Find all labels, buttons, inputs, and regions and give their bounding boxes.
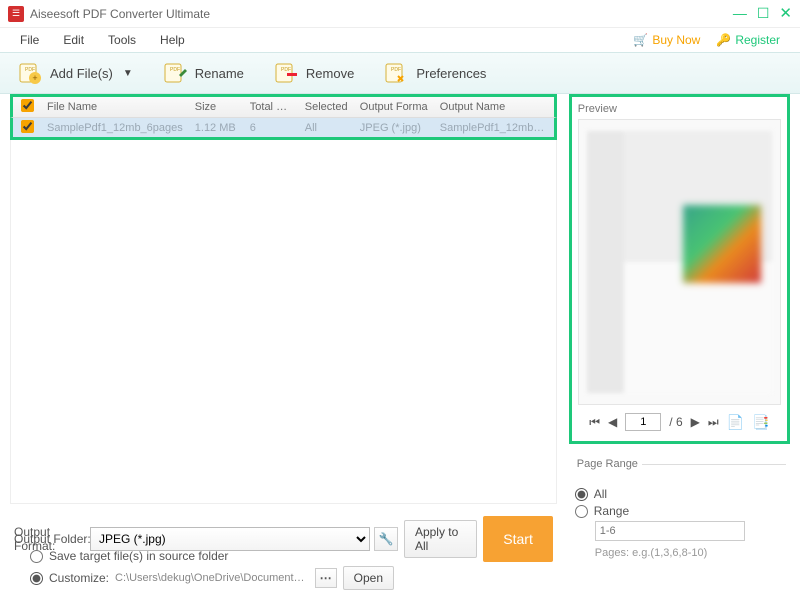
table-row[interactable]: SamplePdf1_12mb_6pages 1.12 MB 6 All JPE…	[10, 118, 557, 140]
prev-page-button[interactable]: ◀	[608, 415, 617, 429]
next-page-button[interactable]: ▶	[691, 415, 700, 429]
preview-image	[578, 119, 781, 405]
preview-label: Preview	[578, 103, 781, 115]
svg-text:PDF: PDF	[25, 67, 35, 73]
radio-range-pages[interactable]	[575, 505, 588, 518]
radio-all-label: All	[594, 487, 607, 501]
window-minimize[interactable]: —	[733, 6, 747, 21]
remove-label: Remove	[306, 66, 354, 81]
page-range-title: Page Range	[573, 458, 642, 470]
radio-customize-label: Customize:	[49, 571, 109, 585]
cell-pages: 6	[244, 122, 299, 134]
file-list-body	[10, 140, 557, 504]
cell-filename: SamplePdf1_12mb_6pages	[41, 122, 189, 134]
menu-help[interactable]: Help	[160, 33, 185, 47]
remove-button[interactable]: PDF Remove	[274, 61, 354, 85]
col-pages[interactable]: Total Pag	[244, 101, 299, 113]
window-title: Aiseesoft PDF Converter Ultimate	[30, 7, 210, 21]
add-file-icon: +PDF	[18, 61, 42, 85]
add-files-label: Add File(s)	[50, 66, 113, 81]
register-link[interactable]: 🔑 Register	[716, 33, 780, 47]
menu-tools[interactable]: Tools	[108, 33, 136, 47]
col-format[interactable]: Output Forma	[354, 101, 434, 113]
rename-button[interactable]: PDF Rename	[163, 61, 244, 85]
svg-text:PDF: PDF	[281, 67, 291, 73]
rename-icon: PDF	[163, 61, 187, 85]
col-filename[interactable]: File Name	[41, 101, 189, 113]
page-total: / 6	[669, 415, 682, 429]
page-input[interactable]	[625, 413, 661, 431]
window-close[interactable]: ✕	[779, 6, 792, 21]
cell-size: 1.12 MB	[189, 122, 244, 134]
col-selected[interactable]: Selected	[299, 101, 354, 113]
svg-text:PDF: PDF	[391, 67, 401, 73]
buy-now-link[interactable]: 🛒 Buy Now	[633, 33, 700, 47]
row-checkbox[interactable]	[21, 120, 34, 133]
preview-panel: Preview ⏮ ◀ / 6 ▶ ⏭ 📄 📑	[569, 94, 790, 444]
wrench-icon: 🔧	[378, 532, 393, 546]
app-icon: ☰	[8, 6, 24, 22]
cart-icon: 🛒	[633, 33, 648, 47]
output-format-select[interactable]: JPEG (*.jpg)	[90, 527, 370, 551]
browse-button[interactable]: ⋯	[315, 568, 337, 588]
window-maximize[interactable]: ☐	[757, 6, 770, 21]
table-header: File Name Size Total Pag Selected Output…	[10, 94, 557, 118]
last-page-button[interactable]: ⏭	[708, 415, 719, 430]
radio-all-pages[interactable]	[575, 488, 588, 501]
radio-source-label: Save target file(s) in source folder	[49, 549, 228, 563]
page-range-input[interactable]	[595, 521, 745, 541]
preferences-icon: PDF	[384, 61, 408, 85]
select-all-checkbox[interactable]	[21, 99, 34, 112]
menu-file[interactable]: File	[20, 33, 39, 47]
preferences-label: Preferences	[416, 66, 486, 81]
snapshot-icon[interactable]: 📄	[727, 414, 744, 431]
remove-icon: PDF	[274, 61, 298, 85]
register-label: Register	[735, 33, 780, 47]
key-icon: 🔑	[716, 33, 731, 47]
rename-label: Rename	[195, 66, 244, 81]
cell-selected: All	[299, 122, 354, 134]
menu-edit[interactable]: Edit	[63, 33, 84, 47]
col-size[interactable]: Size	[189, 101, 244, 113]
svg-text:PDF: PDF	[170, 67, 180, 73]
cell-format: JPEG (*.jpg)	[354, 122, 434, 134]
apply-to-all-button[interactable]: Apply to All	[404, 520, 477, 558]
add-files-button[interactable]: +PDF Add File(s) ▼	[18, 61, 133, 85]
col-outname[interactable]: Output Name	[434, 101, 554, 113]
radio-customize[interactable]	[30, 572, 43, 585]
page-range-hint: Pages: e.g.(1,3,6,8-10)	[595, 547, 786, 559]
svg-text:+: +	[32, 73, 37, 83]
format-settings-button[interactable]: 🔧	[374, 527, 398, 551]
open-folder-button[interactable]: Open	[343, 566, 394, 590]
first-page-button[interactable]: ⏮	[589, 415, 600, 430]
start-button[interactable]: Start	[483, 516, 552, 562]
chevron-down-icon: ▼	[123, 68, 133, 79]
radio-range-label: Range	[594, 504, 629, 518]
preferences-button[interactable]: PDF Preferences	[384, 61, 486, 85]
extract-icon[interactable]: 📑	[752, 414, 769, 431]
output-path: C:\Users\dekug\OneDrive\Documents\Aisees…	[115, 572, 309, 584]
page-range-panel: Page Range All Range Pages: e.g.(1,3,6,8…	[569, 460, 790, 563]
buy-now-label: Buy Now	[652, 33, 700, 47]
cell-outname: SamplePdf1_12mb_6pages	[434, 122, 554, 134]
radio-source-folder[interactable]	[30, 550, 43, 563]
